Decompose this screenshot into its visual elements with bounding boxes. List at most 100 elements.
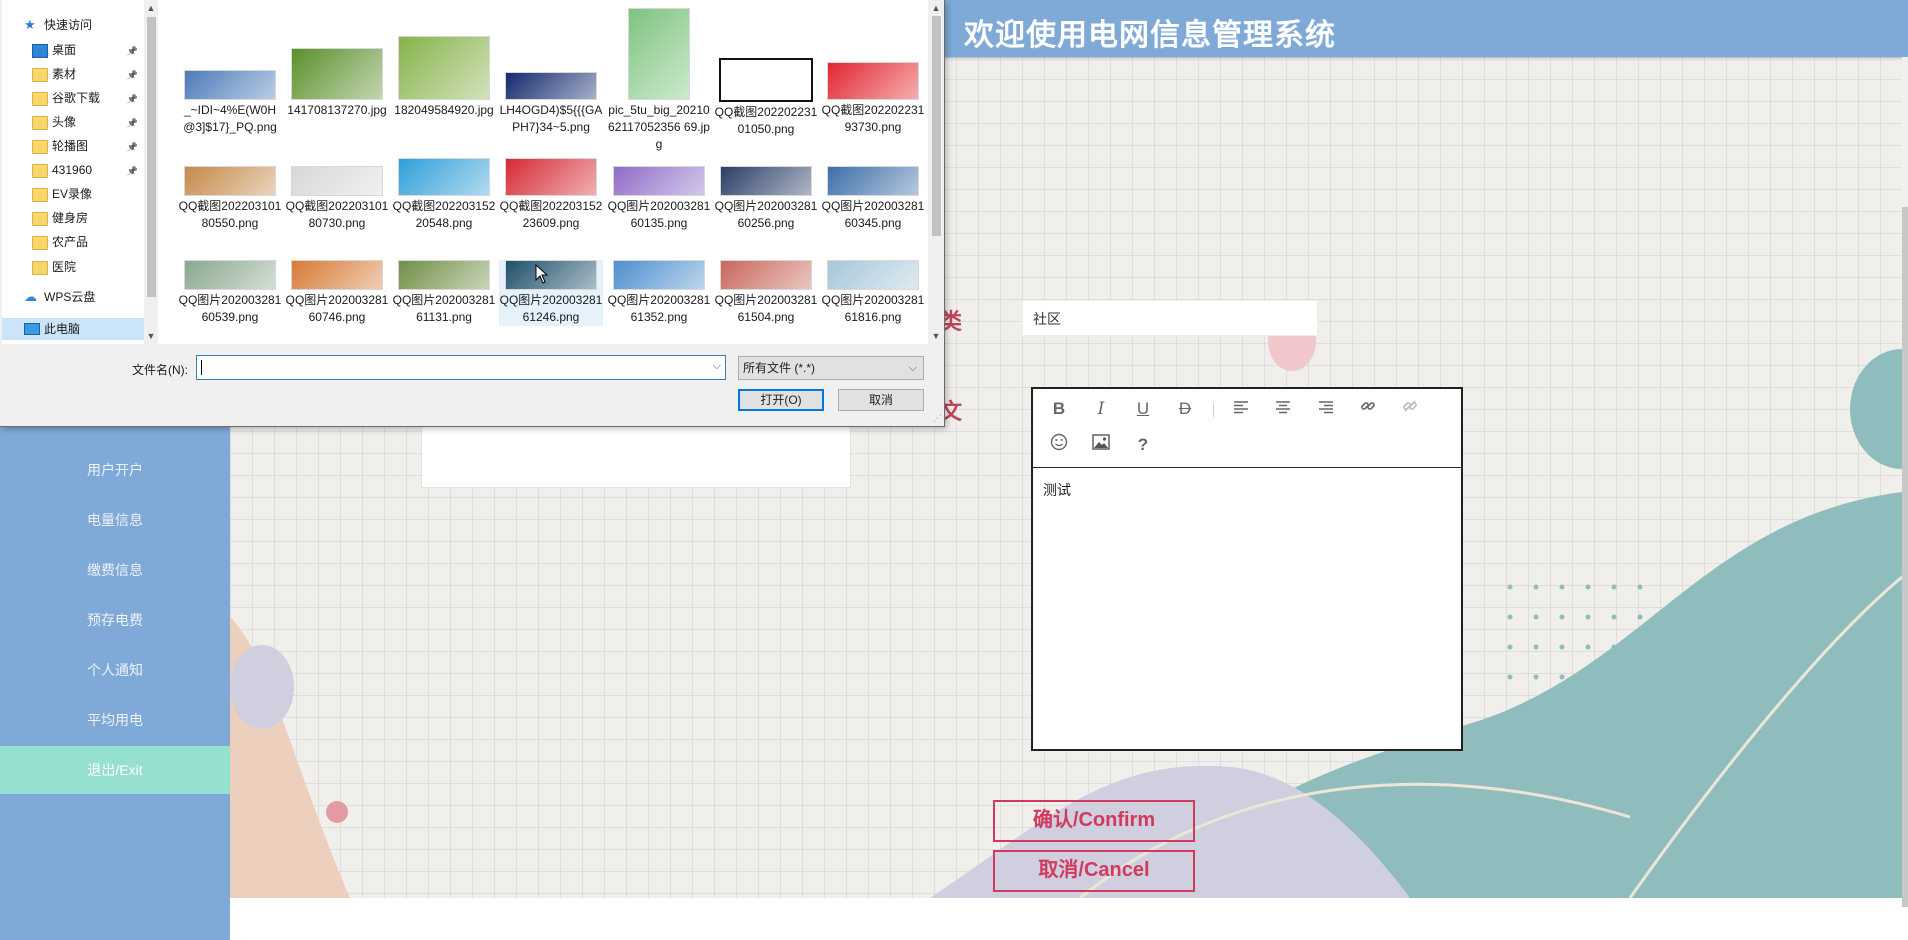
confirm-button[interactable]: 确认/Confirm [993,800,1195,842]
file-item[interactable]: LH4OGD4)$5{{{GAPH7}34~5.png [499,72,603,136]
file-item[interactable]: QQ图片20200328160345.png [821,166,925,232]
nav-item[interactable]: 431960 📌 [2,159,144,181]
unlink-icon[interactable] [1398,397,1422,421]
file-name: QQ图片20200328160135.png [607,199,711,230]
pin-icon: 📌 [126,142,138,152]
sidebar-item-prepaid-fees[interactable]: 预存电费 [0,596,230,644]
nav-item[interactable]: 医院 [2,256,144,278]
app-title: 欢迎使用电网信息管理系统 [964,19,1336,52]
align-right-icon[interactable] [1314,397,1338,421]
file-item[interactable]: QQ截图20220315223609.png [499,158,603,232]
file-name: QQ截图20220310180550.png [178,199,282,230]
file-item[interactable]: _~IDI~4%E(W0H@3]$17}_PQ.png [178,70,282,136]
cancel-button[interactable]: 取消/Cancel [993,850,1195,892]
navigation-scrollbar[interactable]: ▲ ▼ [144,0,158,344]
nav-item[interactable]: 农产品 [2,231,144,253]
scroll-up-icon[interactable]: ▲ [928,0,944,16]
nav-item[interactable]: 此电脑 [2,318,144,340]
file-name: QQ图片20200328160746.png [285,293,389,324]
navigation-scrollbar-thumb[interactable] [147,17,156,297]
nav-item[interactable]: 头像 📌 [2,111,144,133]
file-item[interactable]: QQ截图20220310180730.png [285,166,389,232]
file-name: QQ图片20200328160256.png [714,199,818,230]
align-center-icon[interactable] [1271,397,1295,421]
file-item[interactable]: QQ图片20200328160539.png [178,260,282,326]
file-item[interactable]: QQ图片20200328161352.png [607,260,711,326]
category-input[interactable]: 社区 [1022,300,1318,336]
page-scrollbar-thumb[interactable] [1902,207,1908,907]
editor-toolbar: B I U D ? [1033,389,1461,468]
resize-grip-icon[interactable]: ⋰ [933,413,942,424]
file-item[interactable]: 141708137270.jpg [285,48,389,119]
file-item[interactable]: pic_5tu_big_2021062117052356 69.jpg [607,8,711,153]
file-item[interactable]: QQ图片20200328161504.png [714,260,818,326]
nav-item[interactable]: EV录像 [2,183,144,205]
file-item[interactable]: QQ图片20200328161131.png [392,260,496,326]
page-bottom-strip [230,898,1908,940]
file-thumbnail [505,158,597,196]
file-name: _~IDI~4%E(W0H@3]$17}_PQ.png [183,103,277,134]
file-name: QQ图片20200328160345.png [821,199,925,230]
file-thumbnail [613,260,705,290]
file-name: QQ图片20200328161131.png [392,293,496,324]
cloud-icon: ☁ [24,289,37,304]
file-item[interactable]: QQ截图20220223101050.png [714,58,818,138]
align-left-icon[interactable] [1229,397,1253,421]
emoji-icon[interactable] [1047,433,1071,457]
file-item[interactable]: QQ截图20220310180550.png [178,166,282,232]
image-icon[interactable] [1089,433,1113,457]
file-name: QQ图片20200328161246.png [499,293,603,324]
nav-item-label: 谷歌下载 [52,91,101,105]
sidebar-item-payment-info[interactable]: 缴费信息 [0,546,230,594]
page-scrollbar[interactable] [1902,57,1908,907]
folder-icon [32,236,48,250]
file-list-scrollbar[interactable]: ▲ ▼ [928,0,944,344]
nav-item-label: 快速访问 [44,18,93,32]
nav-item[interactable]: 健身房 [2,207,144,229]
file-thumbnail [720,260,812,290]
nav-item[interactable]: 轮播图 📌 [2,135,144,157]
file-item[interactable]: QQ图片20200328160746.png [285,260,389,326]
folder-icon [32,140,48,154]
nav-item[interactable]: 素材 📌 [2,63,144,85]
sidebar-item-exit[interactable]: 退出/Exit [0,746,230,794]
filetype-value: 所有文件 (*.*) [743,361,816,375]
file-item[interactable]: QQ截图20220315220548.png [392,158,496,232]
chevron-down-icon: ⌵ [908,362,917,374]
sidebar-item-account-opening[interactable]: 用户开户 [0,446,230,494]
file-name: QQ图片20200328160539.png [178,293,282,324]
nav-item-label: 素材 [52,67,77,81]
nav-item[interactable]: 桌面 📌 [2,39,144,61]
file-item[interactable]: QQ截图20220223193730.png [821,62,925,136]
filename-input[interactable]: ⌵ [196,355,726,380]
file-thumbnail [184,70,276,100]
file-thumbnail [827,166,919,196]
bold-icon[interactable]: B [1047,397,1071,421]
nav-item[interactable]: 谷歌下载 📌 [2,87,144,109]
help-icon[interactable]: ? [1131,433,1155,457]
nav-item[interactable]: ☁ WPS云盘 [2,286,144,308]
open-button[interactable]: 打开(O) [738,389,824,411]
sidebar-item-personal-notice[interactable]: 个人通知 [0,646,230,694]
italic-icon[interactable]: I [1089,397,1113,421]
scroll-up-icon[interactable]: ▲ [144,0,158,16]
sidebar-item-electricity-info[interactable]: 电量信息 [0,496,230,544]
filetype-select[interactable]: 所有文件 (*.*) ⌵ [738,356,924,380]
file-list-scrollbar-thumb[interactable] [932,16,941,236]
sidebar-item-average-usage[interactable]: 平均用电 [0,696,230,744]
underline-icon[interactable]: U [1131,397,1155,421]
dialog-cancel-button[interactable]: 取消 [838,389,924,411]
file-item[interactable]: QQ图片20200328161246.png [499,260,603,326]
file-item[interactable]: 182049584920.jpg [392,36,496,119]
star-icon: ★ [24,17,36,32]
link-icon[interactable] [1356,397,1380,421]
editor-body[interactable]: 测试 [1033,468,1461,512]
scroll-down-icon[interactable]: ▼ [144,328,158,344]
scroll-down-icon[interactable]: ▼ [928,328,944,344]
file-item[interactable]: QQ图片20200328160135.png [607,166,711,232]
nav-item[interactable]: ★ 快速访问 [2,14,144,36]
chevron-down-icon[interactable]: ⌵ [713,360,721,373]
file-item[interactable]: QQ图片20200328160256.png [714,166,818,232]
file-item[interactable]: QQ图片20200328161816.png [821,260,925,326]
strikethrough-icon[interactable]: D [1173,397,1197,421]
